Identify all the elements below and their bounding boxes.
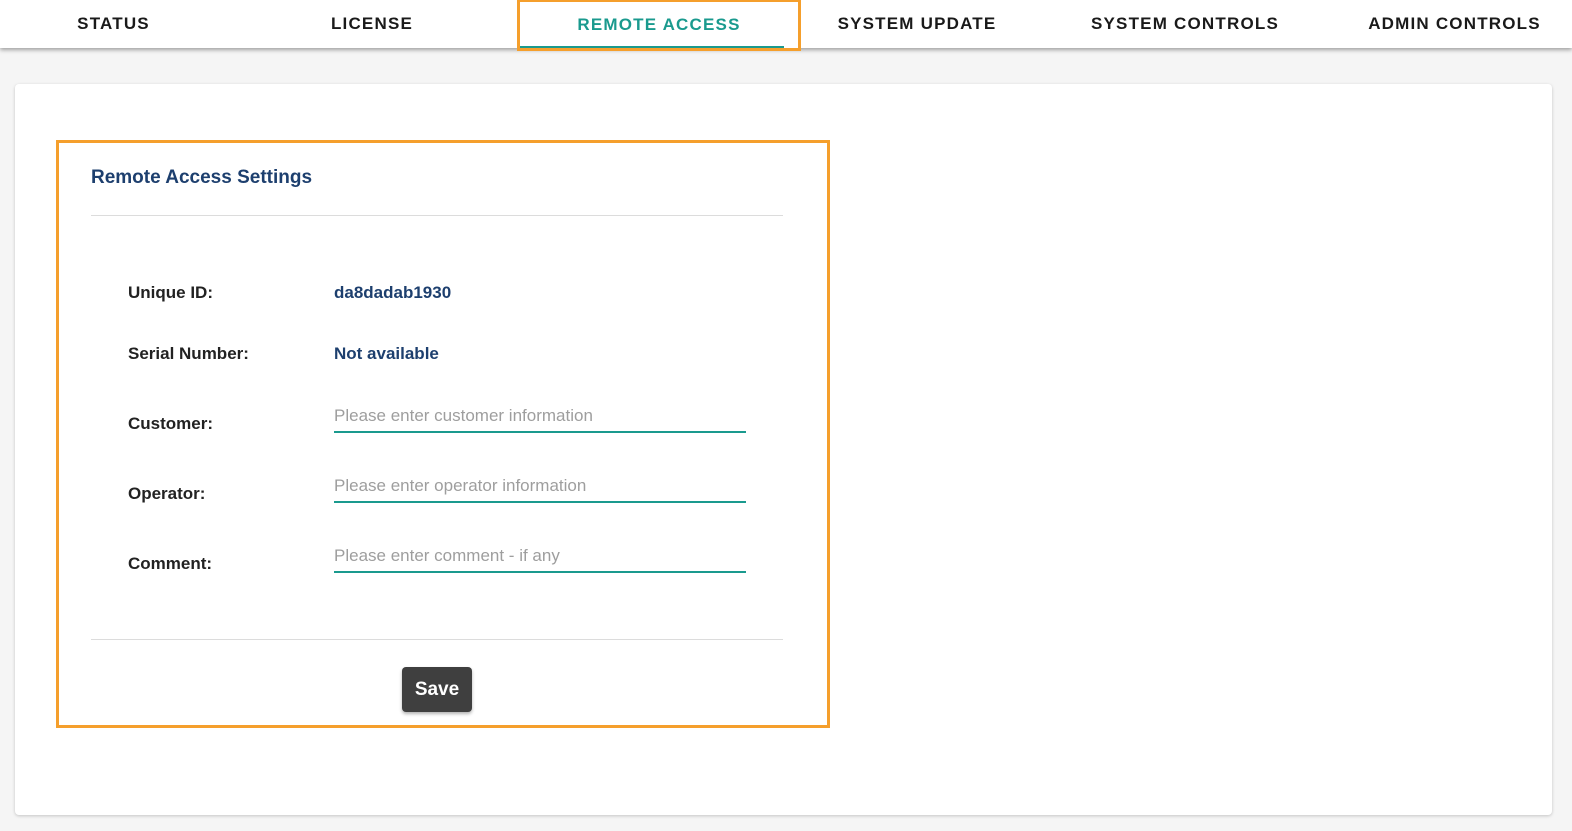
tab-bar: STATUS LICENSE REMOTE ACCESS SYSTEM UPDA…	[0, 0, 1572, 51]
customer-input[interactable]	[334, 401, 746, 433]
serial-number-label: Serial Number:	[128, 344, 249, 363]
panel-title: Remote Access Settings	[91, 167, 313, 188]
serial-number-value: Not available	[334, 344, 439, 363]
tab-remote-access[interactable]: REMOTE ACCESS	[517, 0, 801, 51]
unique-id-value: da8dadab1930	[334, 283, 452, 302]
tab-system-update[interactable]: SYSTEM UPDATE	[801, 0, 1033, 48]
tab-system-controls[interactable]: SYSTEM CONTROLS	[1033, 0, 1337, 48]
customer-label: Customer:	[128, 414, 214, 433]
comment-input[interactable]	[334, 541, 746, 573]
operator-input[interactable]	[334, 471, 746, 503]
tab-license[interactable]: LICENSE	[227, 0, 517, 48]
tab-status[interactable]: STATUS	[0, 0, 227, 48]
tab-admin-controls[interactable]: ADMIN CONTROLS	[1337, 0, 1572, 48]
content-card: Remote Access Settings Unique ID: da8dad…	[15, 84, 1552, 815]
remote-access-settings-panel: Remote Access Settings Unique ID: da8dad…	[56, 140, 830, 728]
tab-remote-access-label: REMOTE ACCESS	[577, 15, 741, 34]
unique-id-label: Unique ID:	[128, 283, 213, 302]
comment-label: Comment:	[128, 554, 213, 573]
active-tab-indicator	[520, 46, 784, 48]
footer-divider	[91, 639, 783, 640]
operator-label: Operator:	[128, 484, 206, 503]
save-button[interactable]: Save	[402, 667, 472, 712]
title-divider	[91, 215, 783, 216]
